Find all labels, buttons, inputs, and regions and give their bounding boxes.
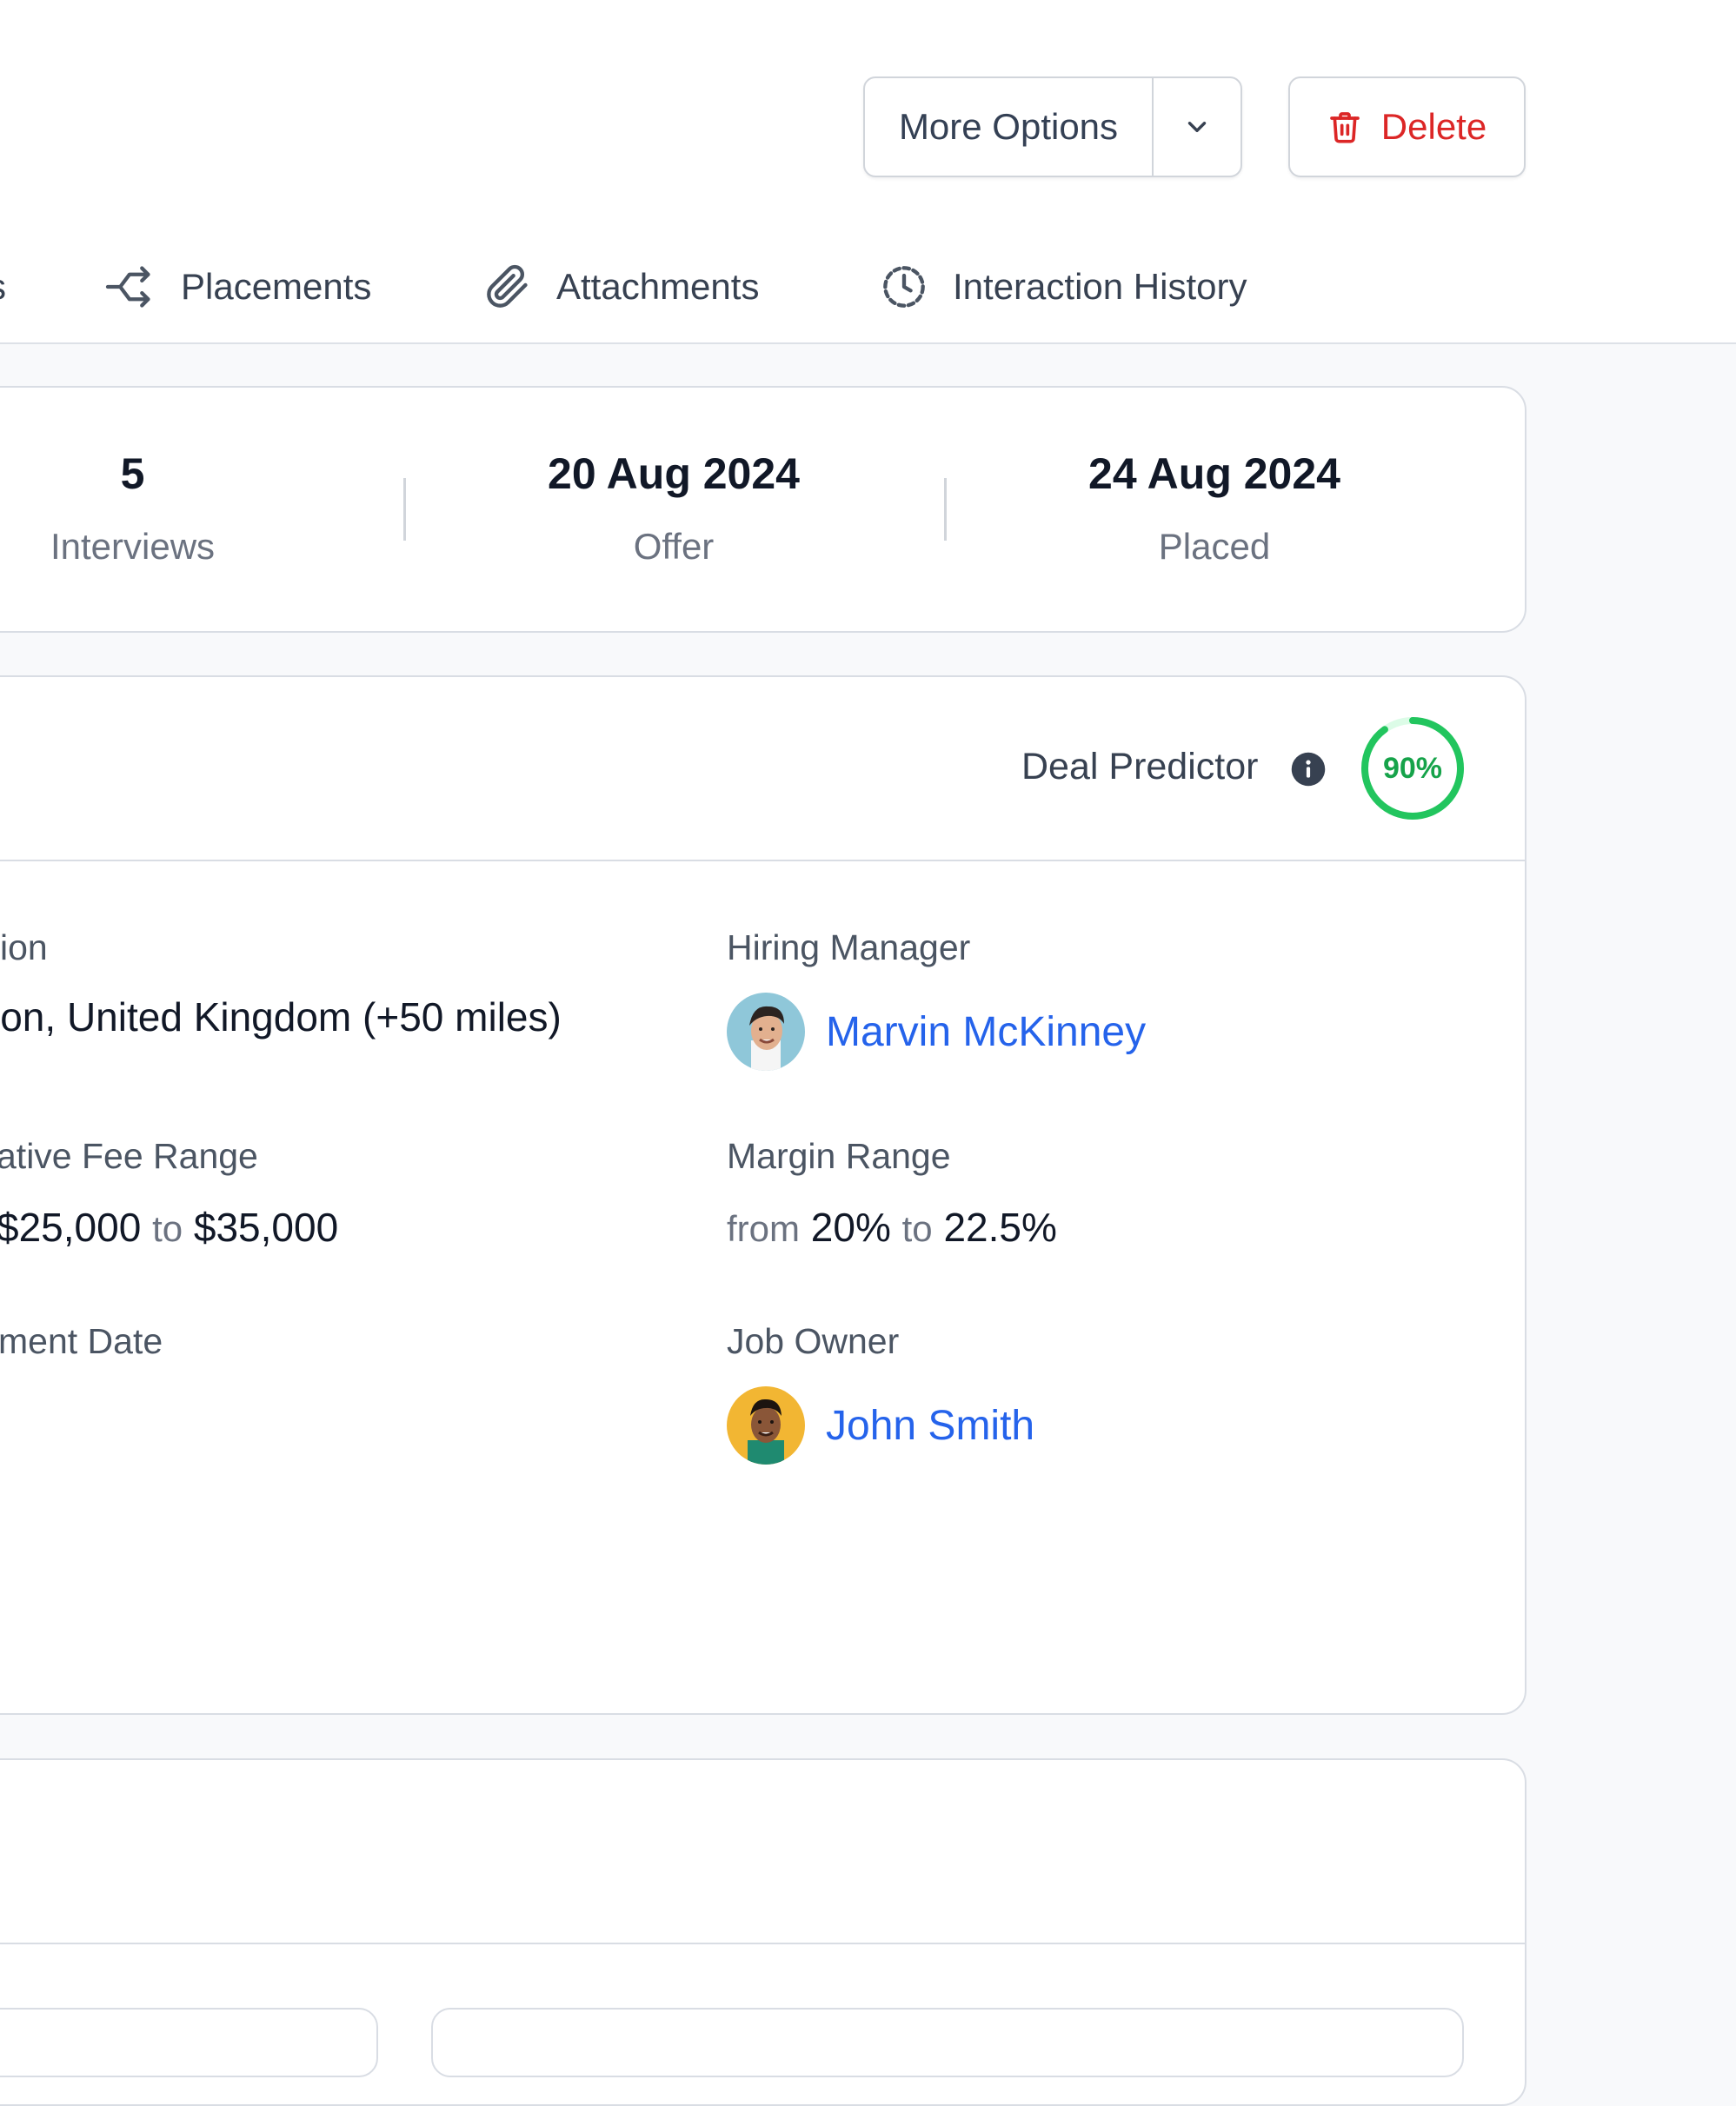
fee-range-label: ative Fee Range: [0, 1136, 258, 1176]
hiring-manager-label: Hiring Manager: [727, 927, 971, 967]
divider: [403, 478, 406, 541]
chevron-down-icon: [1187, 122, 1207, 132]
fee-to: $35,000: [193, 1205, 339, 1250]
placement-date-label: ment Date: [0, 1321, 163, 1361]
stat-value: 20 Aug 2024: [548, 449, 800, 498]
job-owner-label: Job Owner: [727, 1321, 900, 1361]
fee-to-word: to: [152, 1208, 183, 1249]
tab-label: Interaction History: [953, 266, 1247, 307]
tab-partial[interactable]: s: [0, 256, 6, 317]
more-options-dropdown-toggle[interactable]: [1154, 78, 1240, 176]
divider: [944, 478, 947, 541]
stat-value: 5: [120, 449, 145, 498]
hiring-manager-name: Marvin McKinney: [826, 1008, 1147, 1055]
margin-range-value: from 20% to 22.5%: [727, 1204, 1057, 1251]
tab-label: Attachments: [556, 266, 760, 307]
stat-label: Interviews: [50, 526, 216, 567]
tab-interaction-history[interactable]: Interaction History: [881, 256, 1247, 317]
margin-from: 20%: [810, 1205, 891, 1250]
margin-from-word: from: [727, 1208, 800, 1249]
sub-panel: [431, 2008, 1464, 2077]
margin-range-label: Margin Range: [727, 1136, 951, 1176]
fee-from: $25,000: [0, 1205, 142, 1250]
trash-icon: [1329, 112, 1360, 143]
delete-button[interactable]: Delete: [1288, 76, 1526, 177]
margin-to: 22.5%: [943, 1205, 1057, 1250]
sub-panel: [0, 2008, 378, 2077]
job-details-card: [0, 675, 1526, 1715]
location-label: ion: [0, 927, 48, 967]
tab-attachments[interactable]: Attachments: [485, 256, 759, 317]
fee-range-value: $25,000 to $35,000: [0, 1204, 338, 1251]
delete-label: Delete: [1380, 106, 1487, 147]
gauge-percent: 90%: [1382, 751, 1443, 785]
deal-predictor-gauge: 90%: [1360, 715, 1466, 821]
more-options-button-group: More Options: [863, 76, 1242, 177]
stat-label: Placed: [1158, 526, 1271, 567]
margin-to-word: to: [901, 1208, 933, 1249]
info-icon[interactable]: [1290, 751, 1327, 787]
card-header-divider: [0, 860, 1525, 861]
tab-placements[interactable]: Placements: [104, 256, 371, 317]
avatar: [727, 993, 805, 1071]
job-owner[interactable]: John Smith: [727, 1386, 1034, 1465]
tab-label: Placements: [181, 266, 372, 307]
paperclip-icon: [487, 264, 528, 308]
card-header-divider: [0, 1943, 1525, 1944]
deal-predictor-label: Deal Predictor: [1021, 746, 1259, 787]
job-owner-name: John Smith: [826, 1402, 1035, 1449]
clock-history-icon: [883, 266, 925, 308]
more-options-button[interactable]: More Options: [865, 78, 1154, 176]
location-value: lon, United Kingdom (+50 miles): [0, 994, 562, 1040]
hiring-manager[interactable]: Marvin McKinney: [727, 993, 1146, 1071]
pipeline-stats-card: [0, 386, 1526, 633]
branch-icon: [105, 266, 150, 308]
stat-value: 24 Aug 2024: [1088, 449, 1340, 498]
stat-label: Offer: [633, 526, 715, 567]
avatar: [727, 1386, 805, 1465]
more-options-label: More Options: [898, 106, 1119, 147]
tab-label: s: [0, 266, 6, 308]
